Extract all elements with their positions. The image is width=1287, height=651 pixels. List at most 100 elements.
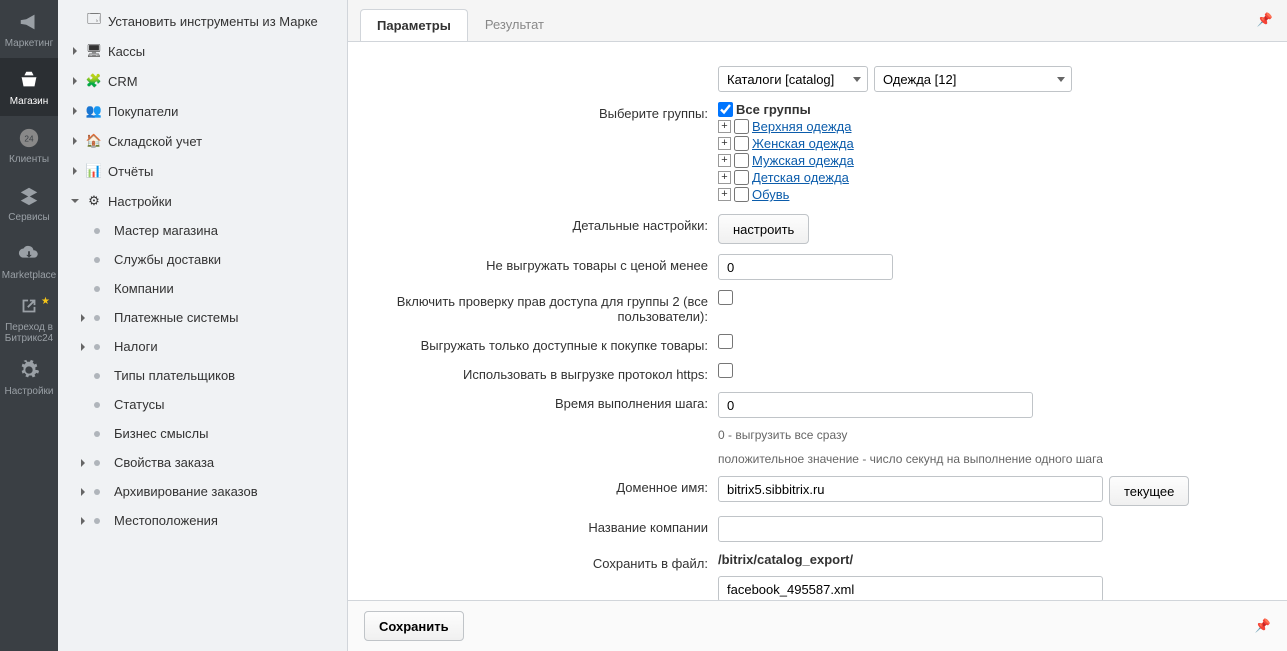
tree-item-settings[interactable]: ⚙ Настройки (58, 186, 347, 216)
tree-sub-store-wizard[interactable]: Мастер магазина (58, 216, 347, 245)
tree-label: Налоги (114, 339, 158, 354)
all-groups-checkbox[interactable] (718, 102, 733, 117)
expand-icon[interactable]: + (718, 188, 731, 201)
rail-item-bitrix24[interactable]: ★ Переход в Битрикс24 (0, 290, 58, 348)
chevron-right-icon (78, 487, 88, 497)
item-select[interactable]: Одежда [12] (874, 66, 1072, 92)
users-icon: 👥 (86, 103, 102, 119)
group-link[interactable]: Обувь (752, 187, 789, 202)
tree-label: Типы плательщиков (114, 368, 235, 383)
tabs-bar: Параметры Результат 📌 (348, 0, 1287, 42)
group-checkbox[interactable] (734, 170, 749, 185)
rail-item-marketing[interactable]: Маркетинг (0, 0, 58, 58)
chart-icon: 📊 (86, 163, 102, 179)
group-checkbox[interactable] (734, 136, 749, 151)
chevron-right-icon (78, 458, 88, 468)
megaphone-icon (17, 10, 41, 34)
configure-button[interactable]: настроить (718, 214, 809, 244)
group-checkbox[interactable] (734, 119, 749, 134)
bullet-icon (94, 489, 100, 495)
pin-icon[interactable]: 📌 (1255, 618, 1271, 634)
tree-sub-business-meaning[interactable]: Бизнес смыслы (58, 419, 347, 448)
save-path: /bitrix/catalog_export/ (718, 552, 853, 567)
groups-label: Выберите группы: (366, 102, 718, 121)
expand-icon[interactable]: + (718, 120, 731, 133)
catalog-select[interactable]: Каталоги [catalog] (718, 66, 868, 92)
external-icon (17, 294, 41, 318)
rail-label: Клиенты (9, 154, 49, 165)
group-checkbox[interactable] (734, 187, 749, 202)
tree-item-reports[interactable]: 📊 Отчёты (58, 156, 347, 186)
expand-icon[interactable]: + (718, 154, 731, 167)
group-link[interactable]: Мужская одежда (752, 153, 854, 168)
save-file-label: Сохранить в файл: (366, 552, 718, 571)
group-link[interactable]: Женская одежда (752, 136, 854, 151)
tree-item-inventory[interactable]: 🏠 Складской учет (58, 126, 347, 156)
bullet-icon (94, 431, 100, 437)
domain-input[interactable] (718, 476, 1103, 502)
bullet-icon (94, 257, 100, 263)
tree-sub-archive-orders[interactable]: Архивирование заказов (58, 477, 347, 506)
rail-label: Marketplace (2, 270, 56, 281)
group-checkbox[interactable] (734, 153, 749, 168)
tree-sub-payment-systems[interactable]: Платежные системы (58, 303, 347, 332)
chevron-right-icon (70, 106, 80, 116)
tree-label: Платежные системы (114, 310, 238, 325)
company-input[interactable] (718, 516, 1103, 542)
rail-label: Маркетинг (5, 38, 54, 49)
step-hint2: положительное значение - число секунд на… (718, 452, 1103, 466)
left-rail: Маркетинг Магазин 24 Клиенты Сервисы Mar… (0, 0, 58, 651)
rail-item-clients[interactable]: 24 Клиенты (0, 116, 58, 174)
tab-result[interactable]: Результат (468, 8, 561, 40)
min-price-input[interactable] (718, 254, 893, 280)
tree-sub-companies[interactable]: Компании (58, 274, 347, 303)
tree-item-crm[interactable]: 🧩 CRM (58, 66, 347, 96)
expand-icon[interactable]: + (718, 171, 731, 184)
tree-label: Местоположения (114, 513, 218, 528)
cloud-icon (17, 242, 41, 266)
tree-sub-statuses[interactable]: Статусы (58, 390, 347, 419)
current-button[interactable]: текущее (1109, 476, 1189, 506)
tree-label: Свойства заказа (114, 455, 214, 470)
chevron-down-icon (70, 196, 80, 206)
bullet-icon (94, 518, 100, 524)
tree-sub-locations[interactable]: Местоположения (58, 506, 347, 535)
only-available-label: Выгружать только доступные к покупке тов… (366, 334, 718, 353)
tree-label: Компании (114, 281, 174, 296)
rail-item-marketplace[interactable]: Marketplace (0, 232, 58, 290)
group-link[interactable]: Верхняя одежда (752, 119, 851, 134)
form-area: Каталоги [catalog] Одежда [12] Выберите … (348, 42, 1287, 600)
layers-icon (17, 184, 41, 208)
tree-label: Установить инструменты из Марке (108, 14, 318, 29)
https-checkbox[interactable] (718, 363, 733, 378)
group2-checkbox[interactable] (718, 290, 733, 305)
step-time-label: Время выполнения шага: (366, 392, 718, 411)
tree-sub-payer-types[interactable]: Типы плательщиков (58, 361, 347, 390)
rail-label: Переход в Битрикс24 (0, 322, 58, 344)
rail-item-shop[interactable]: Магазин (0, 58, 58, 116)
tree-sub-taxes[interactable]: Налоги (58, 332, 347, 361)
tree-label: Статусы (114, 397, 164, 412)
expand-icon[interactable]: + (718, 137, 731, 150)
main-content: Параметры Результат 📌 Каталоги [catalog]… (348, 0, 1287, 651)
only-available-checkbox[interactable] (718, 334, 733, 349)
group-link[interactable]: Детская одежда (752, 170, 849, 185)
step-hint1: 0 - выгрузить все сразу (718, 428, 847, 442)
gear-icon: ⚙ (86, 193, 102, 209)
rail-item-services[interactable]: Сервисы (0, 174, 58, 232)
pin-icon[interactable]: 📌 (1257, 12, 1273, 28)
rail-item-settings[interactable]: Настройки (0, 348, 58, 406)
chevron-right-icon (70, 46, 80, 56)
step-time-input[interactable] (718, 392, 1033, 418)
tree-sub-order-props[interactable]: Свойства заказа (58, 448, 347, 477)
tab-parameters[interactable]: Параметры (360, 9, 468, 41)
tree-item-cashbox[interactable]: 🖥 Кассы (58, 36, 347, 66)
tree-sub-delivery[interactable]: Службы доставки (58, 245, 347, 274)
chevron-right-icon (70, 16, 80, 26)
crm-icon: 🧩 (86, 73, 102, 89)
save-button[interactable]: Сохранить (364, 611, 464, 641)
save-file-input[interactable] (718, 576, 1103, 600)
chevron-right-icon (78, 342, 88, 352)
tree-item-marketplace-tools[interactable]: 🗔 Установить инструменты из Марке (58, 6, 347, 36)
tree-item-customers[interactable]: 👥 Покупатели (58, 96, 347, 126)
